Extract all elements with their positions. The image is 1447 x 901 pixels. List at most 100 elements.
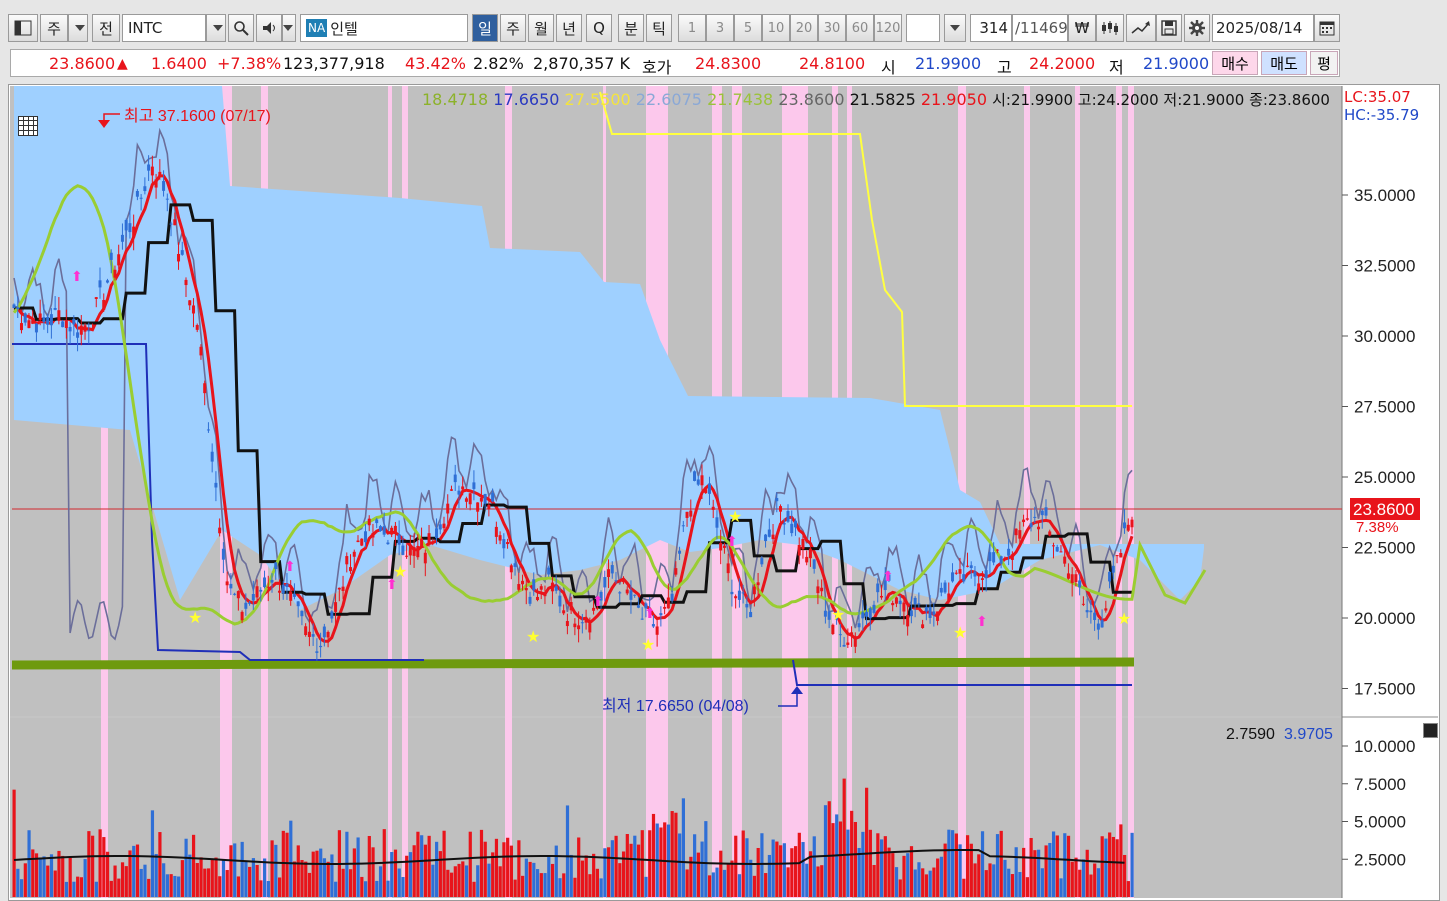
volume-bar bbox=[565, 805, 570, 897]
candle-body bbox=[1025, 518, 1029, 520]
volume-bar bbox=[453, 866, 457, 897]
volume-bar bbox=[921, 868, 925, 897]
candle-body bbox=[449, 489, 453, 491]
candle-body bbox=[1003, 558, 1007, 560]
candle-body bbox=[337, 587, 341, 590]
candle-body bbox=[850, 632, 854, 635]
price-tick-label: 17.5000 bbox=[1354, 680, 1415, 699]
low-marker-label: 최저 17.6650 (04/08) bbox=[602, 697, 749, 715]
candle-body bbox=[543, 592, 547, 597]
candle-body bbox=[61, 321, 65, 328]
volume-bar bbox=[19, 879, 24, 897]
candle-body bbox=[1130, 519, 1134, 528]
volume-bar bbox=[1078, 869, 1082, 897]
volume-bar bbox=[356, 837, 360, 897]
volume-bar bbox=[105, 851, 110, 897]
volume-bar bbox=[319, 848, 323, 897]
candle-body bbox=[154, 179, 158, 188]
candle-body bbox=[31, 320, 35, 324]
volume-bar bbox=[38, 857, 42, 897]
candle-body bbox=[259, 589, 263, 592]
candle-body bbox=[38, 313, 42, 321]
volume-bar bbox=[1007, 868, 1011, 897]
candle-body bbox=[797, 545, 801, 556]
volume-bar bbox=[435, 841, 439, 897]
volume-bar bbox=[285, 832, 289, 897]
volume-bar bbox=[76, 876, 80, 897]
candle-body bbox=[898, 600, 902, 605]
volume-bar bbox=[722, 869, 727, 897]
grid-table-icon[interactable] bbox=[18, 116, 38, 136]
volume-bar bbox=[165, 874, 170, 897]
candle-body bbox=[932, 611, 936, 615]
candle-body bbox=[184, 279, 188, 286]
volume-bar bbox=[109, 880, 113, 897]
volume-bar bbox=[1108, 832, 1112, 897]
highlight-band bbox=[1075, 86, 1080, 898]
volume-bar bbox=[1089, 874, 1093, 897]
volume-bar bbox=[464, 865, 469, 897]
candle-body bbox=[79, 325, 83, 335]
volume-bar bbox=[506, 837, 510, 897]
candle-body bbox=[352, 551, 356, 557]
candle-body bbox=[853, 636, 857, 647]
candle-body bbox=[375, 519, 379, 524]
candle-body bbox=[521, 580, 525, 585]
candle-body bbox=[1089, 610, 1093, 613]
candle-body bbox=[969, 565, 973, 569]
indicator-3: 27.5500 bbox=[564, 90, 631, 109]
candle-body bbox=[457, 490, 461, 495]
candle-body bbox=[349, 567, 353, 572]
candle-body bbox=[906, 615, 910, 627]
volume-bar bbox=[1059, 878, 1063, 897]
volume-bar bbox=[334, 881, 338, 897]
candle-body bbox=[1070, 574, 1074, 584]
volume-bar bbox=[539, 873, 543, 897]
panel-menu-icon[interactable] bbox=[1423, 723, 1438, 738]
volume-bar bbox=[681, 798, 686, 897]
candle-body bbox=[767, 529, 771, 537]
candle-body bbox=[214, 482, 218, 488]
candle-body bbox=[446, 503, 450, 514]
volume-bar bbox=[872, 864, 876, 897]
star-marker: ★ bbox=[641, 637, 655, 654]
candle-body bbox=[625, 589, 629, 594]
candle-body bbox=[992, 552, 996, 563]
candle-body bbox=[1093, 612, 1097, 621]
candle-body bbox=[633, 594, 637, 596]
candle-body bbox=[1007, 548, 1011, 556]
volume-bar bbox=[158, 832, 162, 897]
candle-body bbox=[554, 586, 558, 591]
candle-body bbox=[132, 226, 136, 238]
volume-bar bbox=[195, 863, 199, 897]
candle-body bbox=[629, 590, 633, 600]
candle-body bbox=[865, 611, 869, 617]
volume-bar bbox=[936, 858, 940, 897]
volume-bar bbox=[255, 864, 259, 897]
volume-bar bbox=[554, 845, 558, 897]
volume-bar bbox=[191, 834, 196, 897]
candle-body bbox=[206, 429, 210, 431]
volume-bar bbox=[378, 866, 383, 897]
volume-bar bbox=[363, 881, 368, 897]
volume-bar bbox=[87, 831, 91, 897]
candle-body bbox=[427, 533, 431, 545]
candle-body bbox=[607, 569, 611, 578]
candle-body bbox=[165, 198, 169, 200]
candle-body bbox=[248, 602, 252, 604]
candle-body bbox=[233, 593, 237, 595]
candle-body bbox=[285, 583, 289, 587]
candle-body bbox=[973, 571, 977, 577]
price-chart[interactable]: ★★★ ★★★★★⬆⬆⬆⬆⬆⬆⬆⬆ 35.000032.500030.000027… bbox=[0, 0, 1447, 901]
volume-bar bbox=[928, 870, 932, 897]
volume-bar bbox=[891, 853, 895, 897]
volume-bar bbox=[427, 835, 431, 897]
volume-bar bbox=[977, 854, 981, 897]
volume-bar bbox=[550, 863, 555, 897]
volume-bar bbox=[423, 844, 428, 897]
volume-bar bbox=[569, 854, 573, 897]
volume-bar bbox=[53, 870, 57, 897]
hc-value: HC:-35.79 bbox=[1344, 106, 1420, 124]
candle-body bbox=[300, 610, 304, 617]
volume-bar bbox=[752, 875, 757, 897]
